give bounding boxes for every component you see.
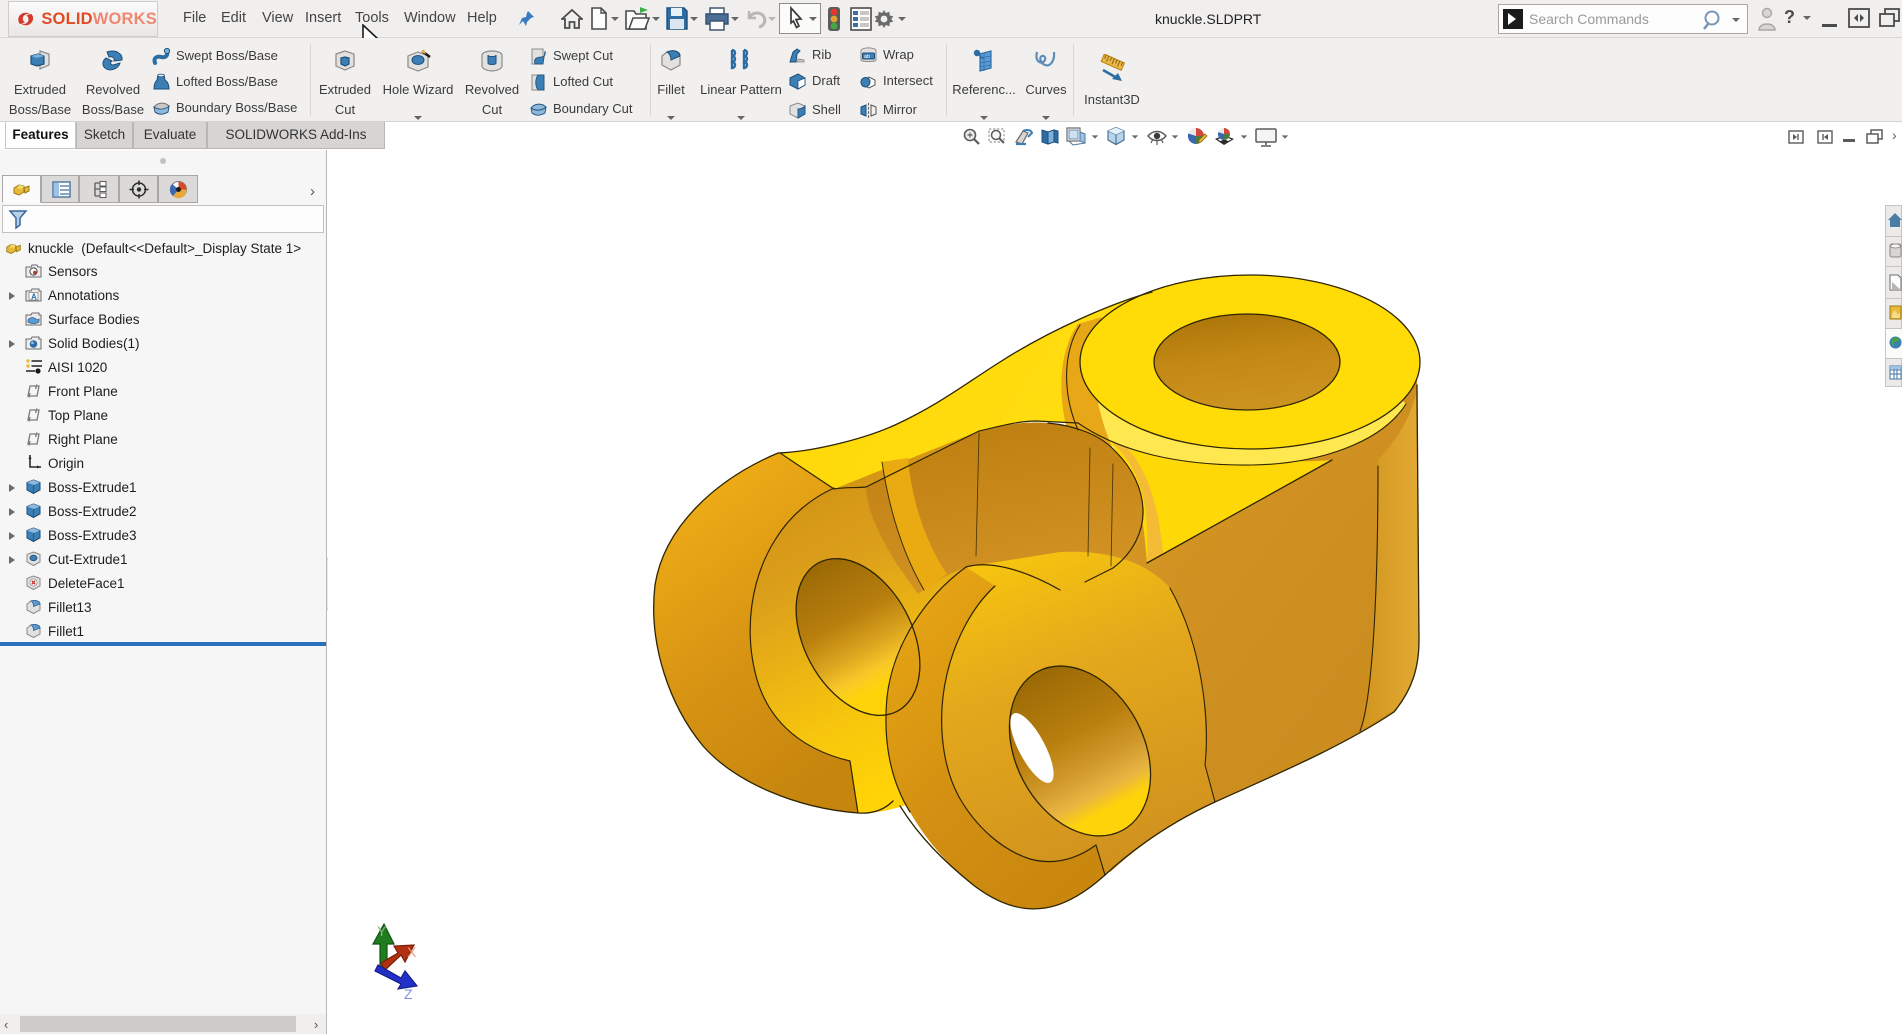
svg-text:Z: Z [404,986,413,1002]
svg-text:X: X [407,944,417,960]
svg-text:Y: Y [377,923,387,939]
